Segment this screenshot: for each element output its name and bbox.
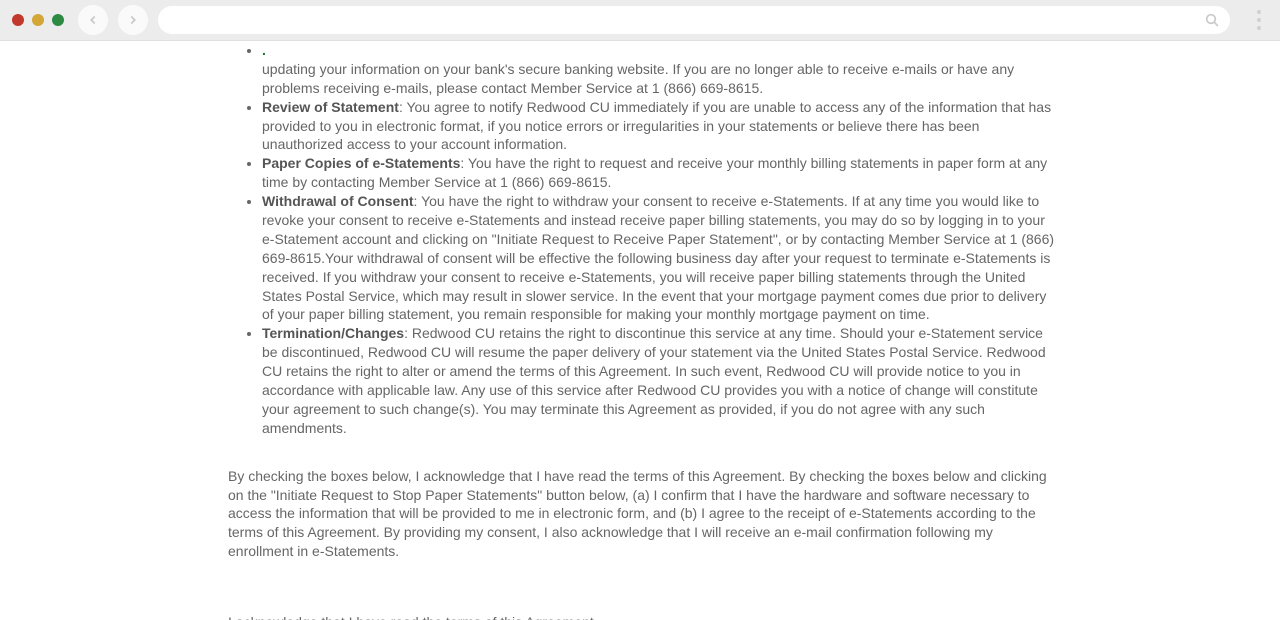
term-text: : You have the right to withdraw your co…: [262, 193, 1054, 322]
url-input[interactable]: [168, 13, 1196, 28]
term-item-paper-copies: Paper Copies of e-Statements: You have t…: [262, 154, 1061, 192]
term-label: Paper Copies of e-Statements: [262, 155, 460, 171]
search-icon: [1204, 12, 1220, 28]
window-maximize-button[interactable]: [52, 14, 64, 26]
forward-button[interactable]: [118, 5, 148, 35]
address-bar[interactable]: [158, 6, 1230, 34]
term-item-review: Review of Statement: You agree to notify…: [262, 98, 1061, 155]
term-item-withdrawal: Withdrawal of Consent: You have the righ…: [262, 192, 1061, 324]
acknowledge-read-line: I acknowledge that I have read the terms…: [228, 613, 1061, 620]
term-text: updating your information on your bank's…: [262, 61, 1014, 96]
term-label: Review of Statement: [262, 99, 399, 115]
partial-cutoff-mark: .: [262, 42, 266, 58]
browser-menu-button[interactable]: [1250, 10, 1268, 30]
browser-chrome: [0, 0, 1280, 41]
agreement-content: . updating your information on your bank…: [228, 41, 1061, 620]
window-close-button[interactable]: [12, 14, 24, 26]
back-button[interactable]: [78, 5, 108, 35]
acknowledgment-paragraph: By checking the boxes below, I acknowled…: [228, 467, 1061, 561]
term-item-termination: Termination/Changes: Redwood CU retains …: [262, 324, 1061, 437]
term-label: Termination/Changes: [262, 325, 404, 341]
window-controls: [12, 14, 64, 26]
page-content: . updating your information on your bank…: [0, 41, 1280, 620]
term-text: : Redwood CU retains the right to discon…: [262, 325, 1046, 435]
window-minimize-button[interactable]: [32, 14, 44, 26]
terms-list: . updating your information on your bank…: [242, 41, 1061, 438]
term-item-email-update: . updating your information on your bank…: [262, 41, 1061, 98]
term-label: Withdrawal of Consent: [262, 193, 414, 209]
